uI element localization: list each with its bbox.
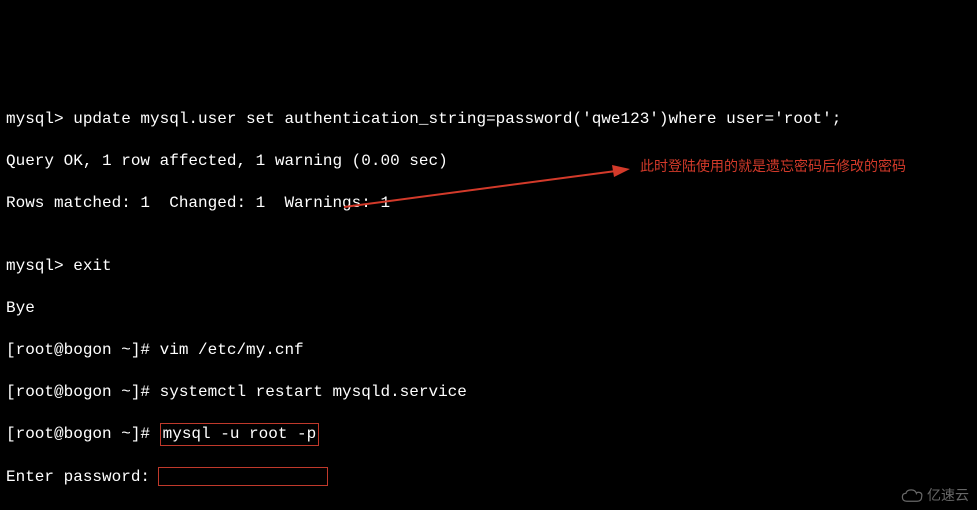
terminal-line: mysql> exit <box>6 256 971 277</box>
terminal-line: Enter password: <box>6 467 971 488</box>
highlighted-password-field[interactable] <box>158 467 328 486</box>
watermark: 亿速云 <box>901 485 969 506</box>
shell-prompt: [root@bogon ~]# <box>6 341 160 359</box>
terminal-line: [root@bogon ~]# mysql -u root -p <box>6 424 971 446</box>
watermark-text: 亿速云 <box>927 485 969 506</box>
terminal-line: mysql> update mysql.user set authenticat… <box>6 109 971 130</box>
shell-prompt: [root@bogon ~]# <box>6 383 160 401</box>
terminal-line: Bye <box>6 298 971 319</box>
terminal-line: [root@bogon ~]# systemctl restart mysqld… <box>6 382 971 403</box>
command-systemctl: systemctl restart mysqld.service <box>160 383 467 401</box>
terminal-output[interactable]: mysql> update mysql.user set authenticat… <box>6 88 971 510</box>
terminal-line: [root@bogon ~]# vim /etc/my.cnf <box>6 340 971 361</box>
cloud-icon <box>901 489 923 503</box>
command-vim: vim /etc/my.cnf <box>160 341 304 359</box>
highlighted-command-mysql-login: mysql -u root -p <box>160 423 320 446</box>
annotation-text: 此时登陆使用的就是遗忘密码后修改的密码 <box>640 156 906 177</box>
shell-prompt: [root@bogon ~]# <box>6 425 160 443</box>
terminal-line: Rows matched: 1 Changed: 1 Warnings: 1 <box>6 193 971 214</box>
password-prompt-label: Enter password: <box>6 468 160 486</box>
